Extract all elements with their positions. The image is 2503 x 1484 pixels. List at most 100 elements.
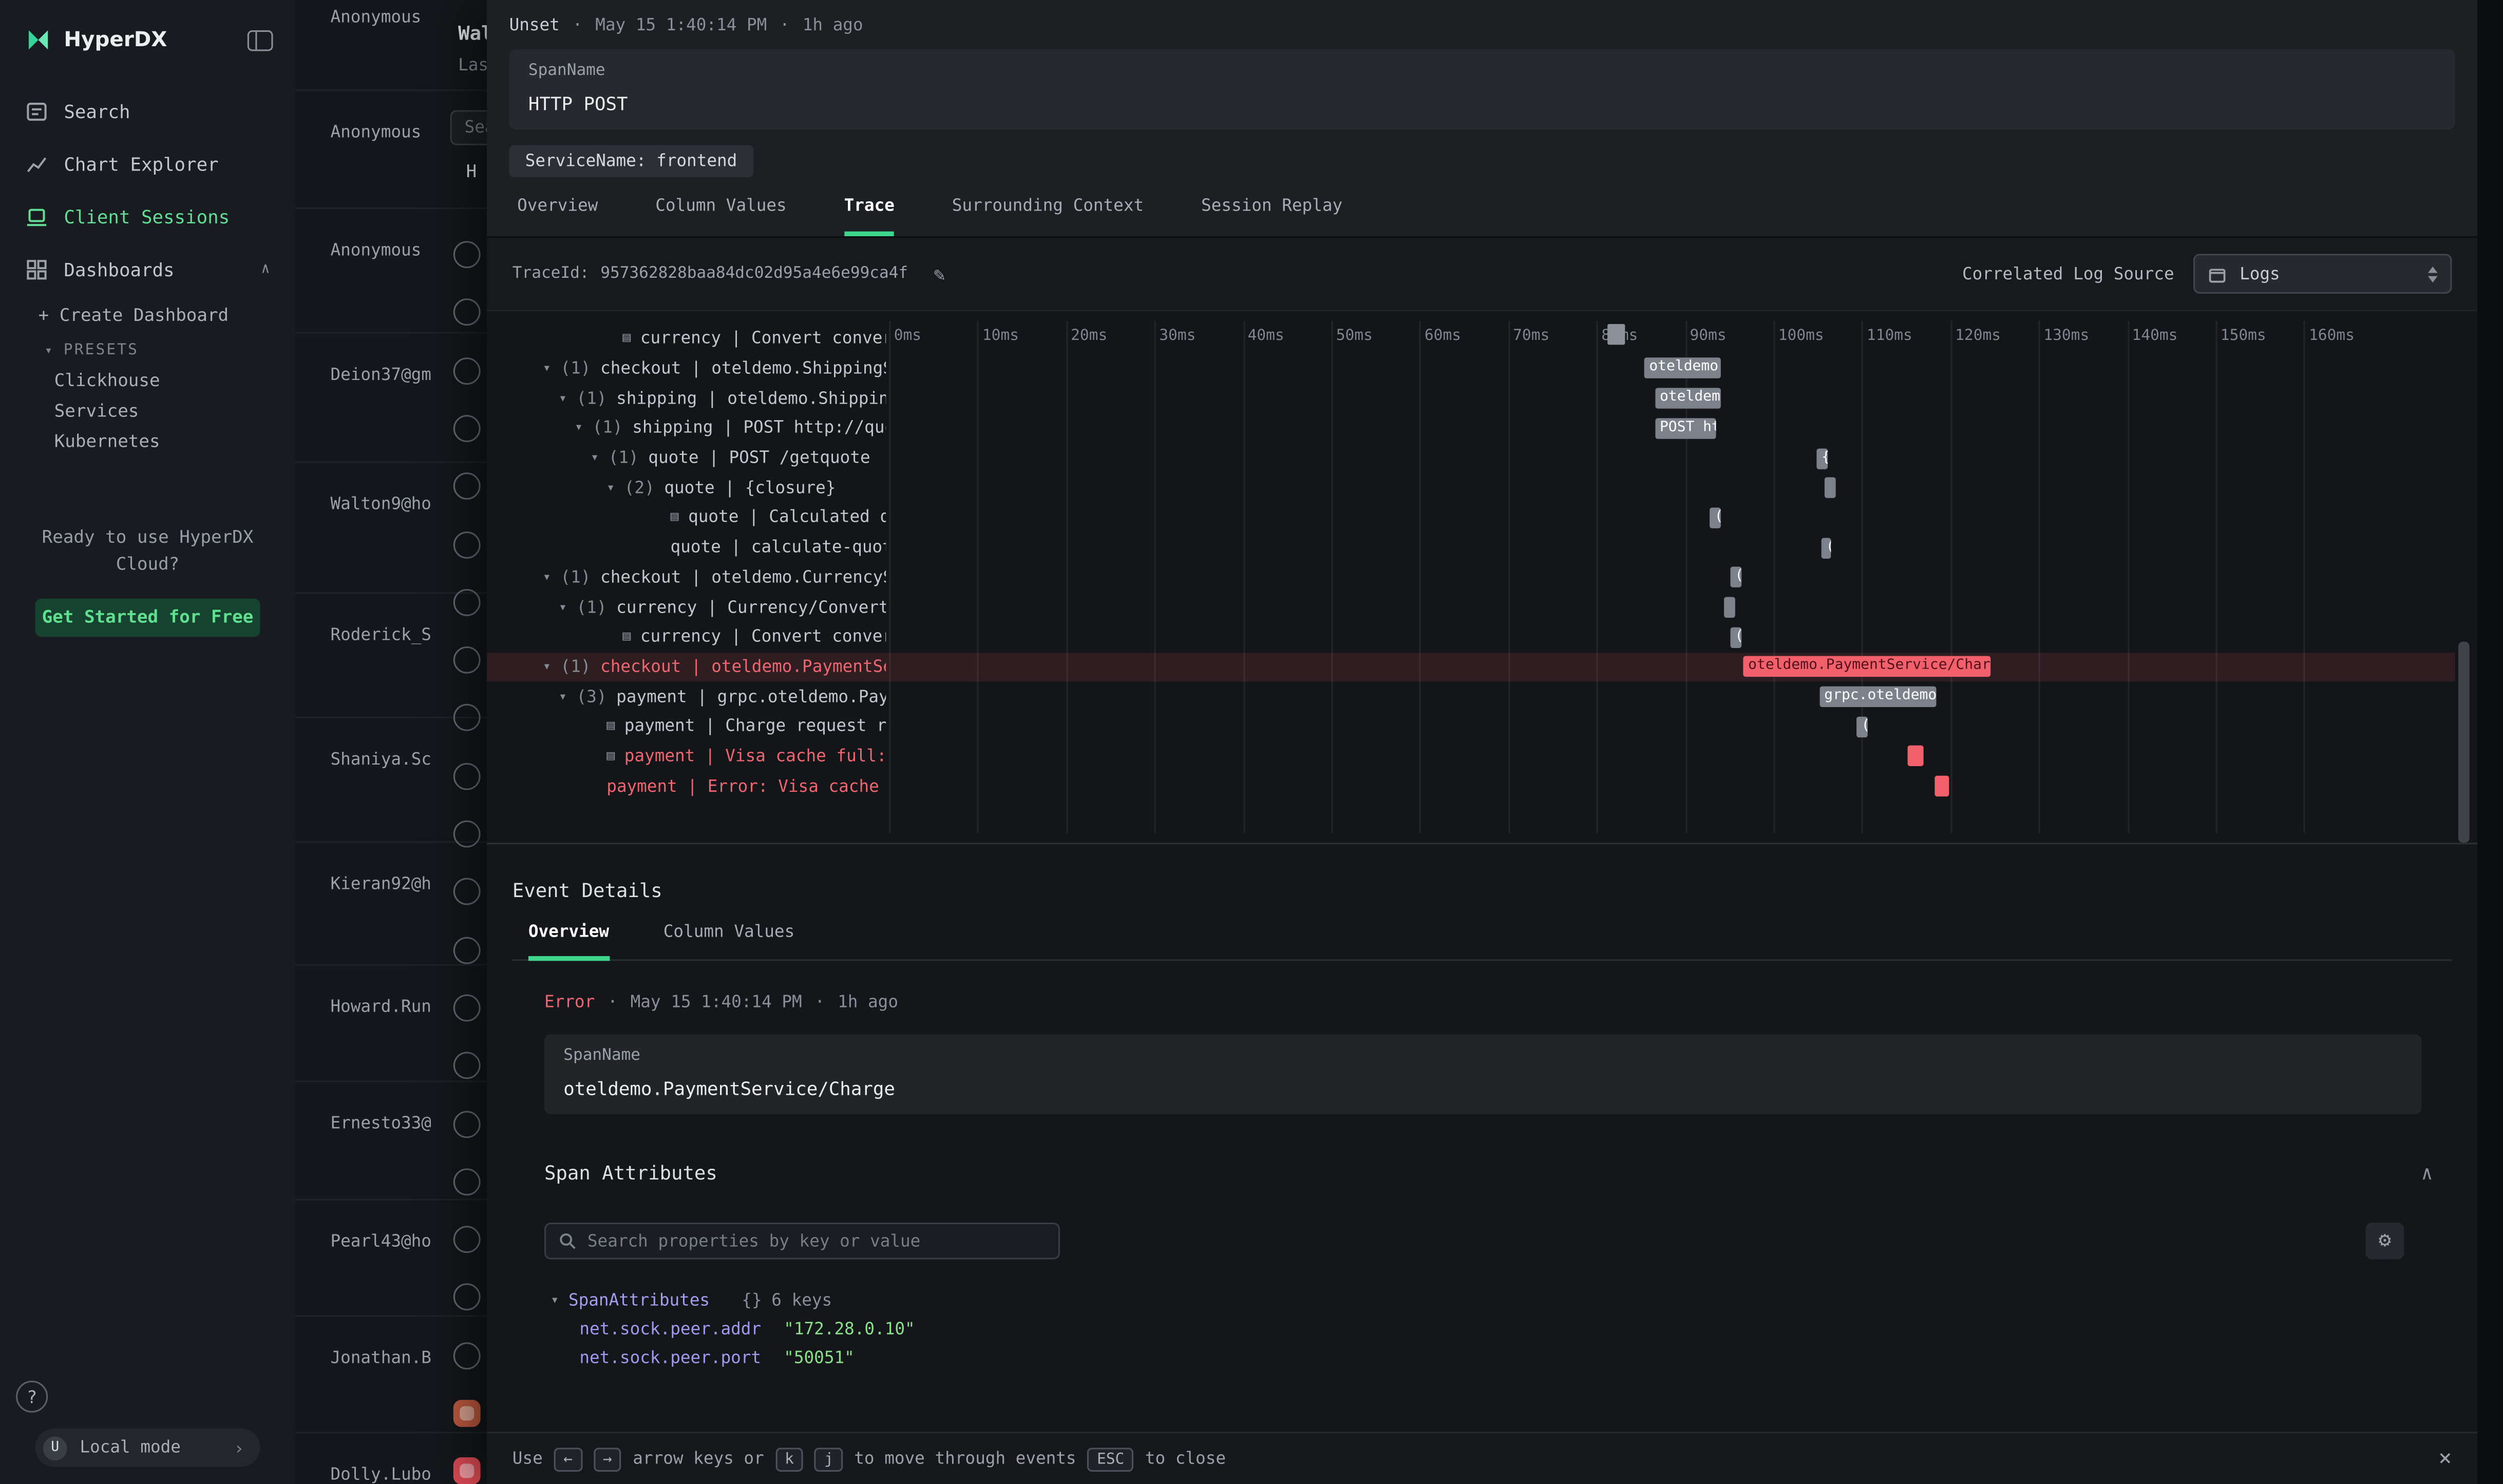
session-name[interactable]: Anonymous [330, 8, 421, 27]
attr-search-input[interactable]: Search properties by key or value [544, 1223, 1060, 1259]
attributes-root-row[interactable]: ▾ SpanAttributes {} 6 keys [551, 1286, 2452, 1315]
session-status-icon[interactable] [453, 473, 481, 500]
caret-down-icon[interactable]: ▾ [606, 480, 615, 496]
session-name[interactable]: Deion37@gm [330, 366, 431, 385]
preset-services[interactable]: Services [0, 396, 295, 426]
span-duration-bar[interactable] [1724, 597, 1735, 617]
trace-span-row[interactable]: ▤currency | Convert convers…( [487, 622, 2455, 652]
trace-span-row[interactable]: ▤payment | Visa cache full: c… [487, 741, 2455, 771]
settings-gear-button[interactable]: ⚙ [2366, 1223, 2404, 1259]
trace-span-row[interactable]: ▾(2)quote | {closure} [487, 473, 2455, 503]
help-button[interactable]: ? [16, 1381, 48, 1413]
session-status-icon[interactable] [453, 1052, 481, 1079]
close-panel-button[interactable]: × [2438, 1446, 2452, 1472]
span-duration-bar[interactable] [1935, 776, 1949, 796]
span-duration-bar[interactable]: oteldemo. [1644, 358, 1721, 379]
session-status-icon[interactable] [453, 299, 481, 326]
panel-tab-session-replay[interactable]: Session Replay [1201, 196, 1342, 236]
trace-span-row[interactable]: ▾(1)checkout | oteldemo.ShippingSe…oteld… [487, 354, 2455, 384]
collapse-attributes-icon[interactable]: ∧ [2421, 1162, 2433, 1185]
attribute-row[interactable]: net.sock.peer.addr"172.28.0.10" [551, 1315, 2452, 1344]
trace-span-row[interactable]: ▾(1)checkout | oteldemo.PaymentServi…ote… [487, 652, 2455, 682]
local-mode-pill[interactable]: U Local mode › [35, 1429, 260, 1467]
sidebar-item-client-sessions[interactable]: Client Sessions [0, 193, 295, 239]
trace-span-row[interactable]: ▤quote | Calculated q…( [487, 503, 2455, 533]
session-status-icon[interactable] [453, 415, 481, 442]
waterfall-scrollbar[interactable] [2458, 642, 2470, 843]
session-status-icon[interactable] [453, 588, 481, 616]
session-status-icon[interactable] [453, 994, 481, 1021]
span-duration-bar[interactable]: oteldemo [1655, 388, 1720, 409]
session-status-icon[interactable] [453, 646, 481, 674]
session-status-icon[interactable] [453, 1342, 481, 1369]
detail-tab-column-values[interactable]: Column Values [663, 923, 794, 961]
session-name[interactable]: Kieran92@h [330, 874, 431, 893]
panel-tab-surrounding-context[interactable]: Surrounding Context [952, 196, 1144, 236]
trace-span-row[interactable]: ▤currency | Convert convers… [487, 324, 2455, 354]
span-duration-bar[interactable]: ( [1730, 627, 1741, 648]
trace-span-row[interactable]: ▤payment | Charge request rec…( [487, 712, 2455, 741]
session-status-icon[interactable] [453, 821, 481, 848]
span-duration-bar[interactable] [1908, 746, 1924, 767]
panel-tab-column-values[interactable]: Column Values [655, 196, 786, 236]
trace-span-row[interactable]: ▾(3)payment | grpc.oteldemo.Paymen…grpc.… [487, 682, 2455, 712]
get-started-button[interactable]: Get Started for Free [35, 599, 260, 637]
preset-kubernetes[interactable]: Kubernetes [0, 426, 295, 456]
trace-span-row[interactable]: ▾(1)currency | Currency/Convert [487, 593, 2455, 622]
trace-span-row[interactable]: ▾(1)quote | POST /getquote{ [487, 443, 2455, 473]
sidebar-item-chart-explorer[interactable]: Chart Explorer [0, 141, 295, 187]
session-error-icon[interactable] [453, 1457, 481, 1484]
session-status-icon[interactable] [453, 357, 481, 384]
caret-down-icon[interactable]: ▾ [591, 450, 599, 466]
caret-down-icon[interactable]: ▾ [543, 659, 551, 675]
create-dashboard-button[interactable]: + Create Dashboard [0, 298, 295, 332]
caret-down-icon[interactable]: ▾ [559, 689, 567, 705]
caret-down-icon[interactable]: ▾ [543, 569, 551, 585]
viewport-marker[interactable] [1608, 324, 1625, 345]
session-status-icon[interactable] [453, 1284, 481, 1311]
session-name[interactable]: Howard.Run [330, 998, 431, 1017]
span-duration-bar[interactable]: ( [1856, 716, 1868, 737]
sidebar-item-search[interactable]: Search [0, 88, 295, 134]
attribute-row[interactable]: net.sock.peer.port"50051" [551, 1344, 2452, 1371]
trace-span-row[interactable]: ▾(1)shipping | POST http://quo…POST ht [487, 413, 2455, 443]
trace-span-row[interactable]: quote | calculate-quote( [487, 533, 2455, 563]
edit-trace-id-icon[interactable]: ✎ [934, 262, 945, 285]
span-duration-bar[interactable]: ( [1730, 567, 1741, 587]
session-name[interactable]: Anonymous [330, 241, 421, 260]
sidebar-item-dashboards[interactable]: Dashboards ∧ [0, 246, 295, 292]
detail-tab-overview[interactable]: Overview [528, 923, 609, 961]
span-duration-bar[interactable]: grpc.oteldemo. [1819, 687, 1936, 707]
preset-clickhouse[interactable]: Clickhouse [0, 366, 295, 396]
trace-span-row[interactable]: ▾(1)shipping | oteldemo.Shipping…oteldem… [487, 384, 2455, 413]
session-name[interactable]: Walton9@ho [330, 495, 431, 514]
session-status-icon[interactable] [453, 531, 481, 558]
session-name[interactable]: Anonymous [330, 123, 421, 142]
sessions-search-input[interactable]: Sea [450, 110, 487, 145]
session-name[interactable]: Pearl43@ho [330, 1232, 431, 1251]
session-status-icon[interactable] [453, 1168, 481, 1195]
session-name[interactable]: Ernesto33@ [330, 1114, 431, 1133]
session-status-icon[interactable] [453, 705, 481, 732]
session-name[interactable]: Jonathan.B [330, 1349, 431, 1368]
session-name[interactable]: Roderick_S [330, 625, 431, 644]
session-status-icon[interactable] [453, 1226, 481, 1253]
span-duration-bar[interactable]: { [1817, 448, 1828, 468]
session-status-icon[interactable] [453, 1110, 481, 1137]
log-source-select[interactable]: Logs [2193, 254, 2452, 294]
span-duration-bar[interactable]: oteldemo.PaymentService/Char [1743, 657, 1991, 677]
span-duration-bar[interactable]: ( [1710, 507, 1721, 528]
session-name[interactable]: Shaniya.Sc [330, 750, 431, 769]
caret-down-icon[interactable]: ▾ [543, 361, 551, 377]
caret-down-icon[interactable]: ▾ [559, 599, 567, 615]
caret-down-icon[interactable]: ▾ [559, 391, 567, 407]
span-duration-bar[interactable] [1825, 478, 1836, 498]
sidebar-collapse-icon[interactable] [248, 30, 273, 50]
session-status-icon[interactable] [453, 241, 481, 268]
span-duration-bar[interactable]: ( [1821, 537, 1831, 558]
caret-down-icon[interactable]: ▾ [575, 421, 583, 436]
trace-span-row[interactable]: ▾(1)checkout | oteldemo.CurrencySe…( [487, 563, 2455, 593]
span-duration-bar[interactable]: POST ht [1655, 418, 1716, 439]
panel-tab-trace[interactable]: Trace [844, 196, 895, 236]
panel-tab-overview[interactable]: Overview [517, 196, 598, 236]
